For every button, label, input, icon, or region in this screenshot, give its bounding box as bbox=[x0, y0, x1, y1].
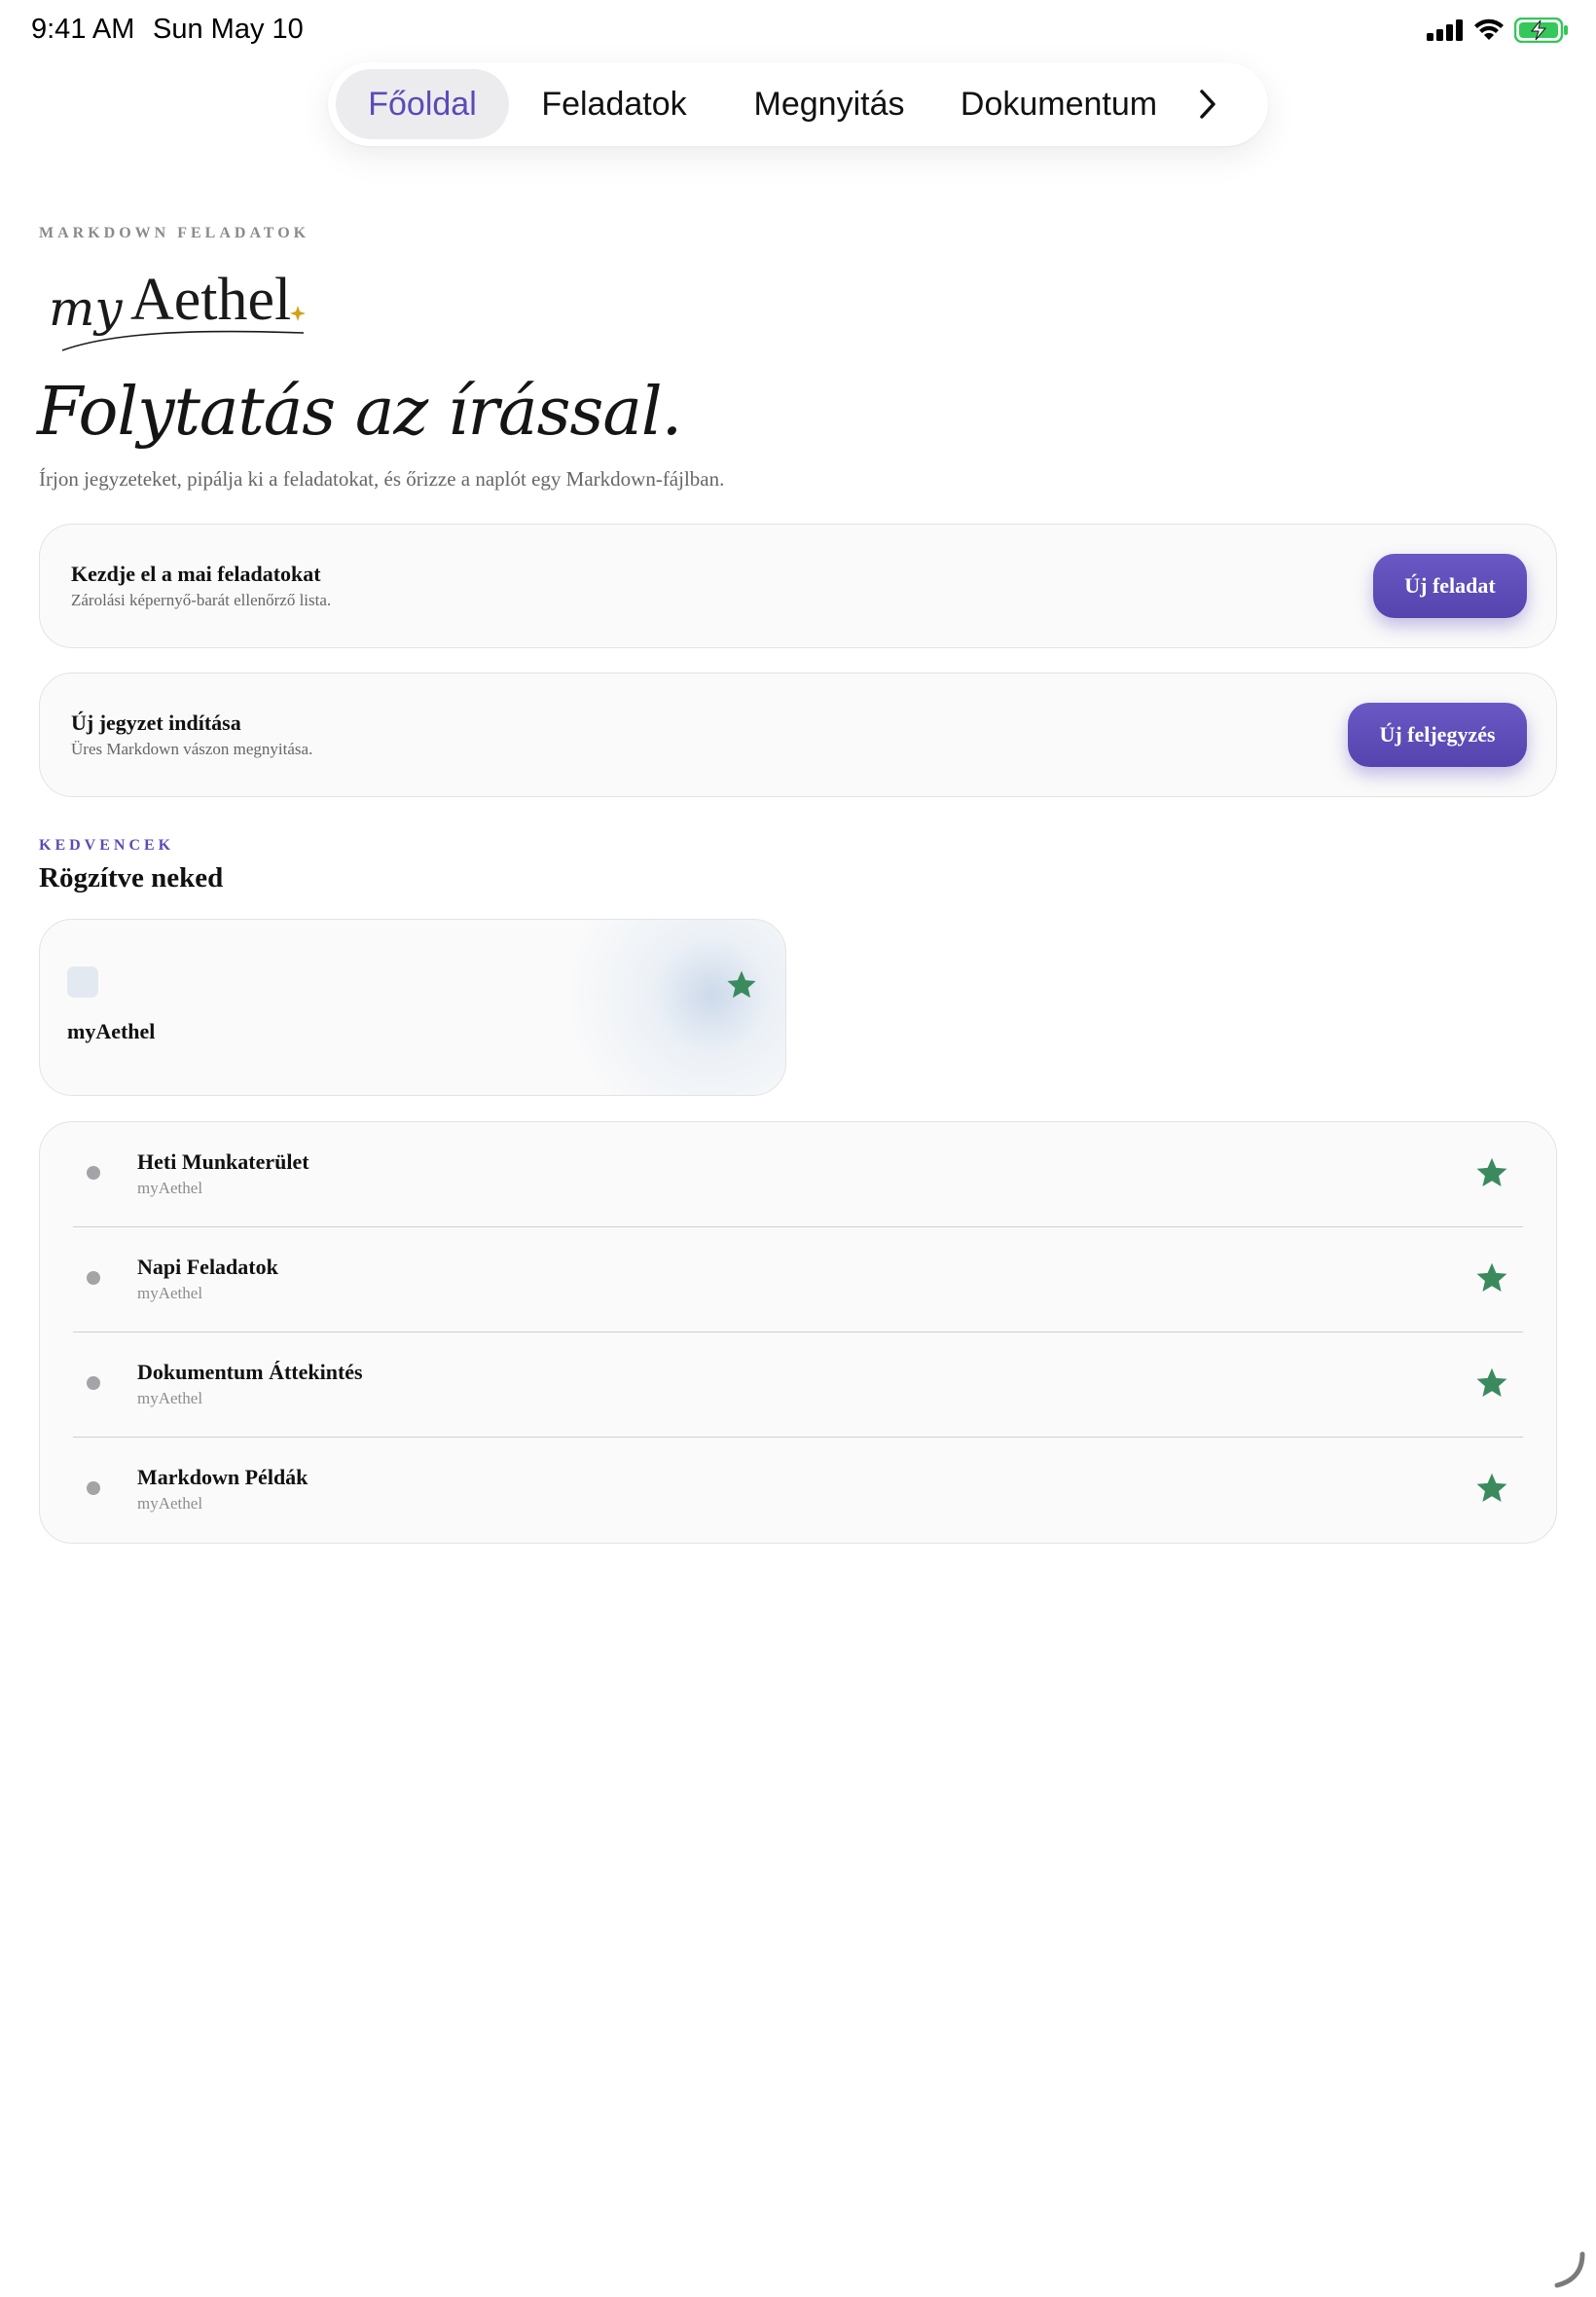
list-item[interactable]: Markdown Példák myAethel bbox=[73, 1438, 1523, 1543]
list-item-subtitle: myAethel bbox=[137, 1284, 203, 1302]
bullet-dot-icon bbox=[87, 1166, 100, 1180]
list-item-subtitle: myAethel bbox=[137, 1494, 203, 1513]
app-logo: my Aethel bbox=[49, 267, 306, 351]
card-subtitle: Üres Markdown vászon megnyitása. bbox=[71, 740, 313, 758]
list-item-title: Dokumentum Áttekintés bbox=[137, 1360, 363, 1384]
card-title: Új jegyzet indítása bbox=[71, 711, 241, 735]
more-tabs-button[interactable] bbox=[1179, 69, 1237, 139]
status-date: Sun May 10 bbox=[153, 14, 304, 45]
card-subtitle: Zárolási képernyő-barát ellenőrző lista. bbox=[71, 591, 332, 609]
list-item[interactable]: Heti Munkaterület myAethel bbox=[73, 1122, 1523, 1227]
star-icon[interactable] bbox=[725, 968, 758, 1002]
favorites-title: Rögzítve neked bbox=[39, 862, 224, 893]
list-item-title: Markdown Példák bbox=[137, 1465, 308, 1489]
bullet-dot-icon bbox=[87, 1481, 100, 1495]
bullet-dot-icon bbox=[87, 1376, 100, 1390]
tab-document[interactable]: Dokumentum bbox=[939, 69, 1179, 139]
star-icon[interactable] bbox=[1474, 1260, 1509, 1295]
star-icon[interactable] bbox=[1474, 1471, 1509, 1506]
tab-home[interactable]: Főoldal bbox=[336, 69, 509, 139]
favorite-card-label: myAethel bbox=[67, 1019, 156, 1043]
status-icons bbox=[1427, 18, 1569, 43]
new-note-button[interactable]: Új feljegyzés bbox=[1348, 703, 1527, 767]
list-item-subtitle: myAethel bbox=[137, 1389, 203, 1407]
list-item-subtitle: myAethel bbox=[137, 1179, 203, 1197]
start-tasks-card: Kezdje el a mai feladatokat Zárolási kép… bbox=[39, 524, 1557, 648]
cellular-signal-icon bbox=[1427, 19, 1463, 41]
status-bar: 9:41 AM Sun May 10 bbox=[0, 0, 1596, 60]
resize-handle-icon[interactable] bbox=[1553, 2250, 1586, 2289]
favorites-eyebrow: KEDVENCEK bbox=[39, 837, 175, 854]
top-tab-bar: Főoldal Feladatok Megnyitás Dokumentum bbox=[328, 62, 1268, 146]
list-item[interactable]: Napi Feladatok myAethel bbox=[73, 1227, 1523, 1332]
new-note-card: Új jegyzet indítása Üres Markdown vászon… bbox=[39, 673, 1557, 797]
tab-tasks[interactable]: Feladatok bbox=[509, 69, 719, 139]
star-icon[interactable] bbox=[1474, 1155, 1509, 1190]
card-title: Kezdje el a mai feladatokat bbox=[71, 562, 321, 586]
list-item[interactable]: Dokumentum Áttekintés myAethel bbox=[73, 1332, 1523, 1438]
favorites-list: Heti Munkaterület myAethel Napi Feladato… bbox=[39, 1121, 1557, 1544]
chevron-right-icon bbox=[1200, 90, 1215, 119]
list-item-title: Napi Feladatok bbox=[137, 1255, 278, 1279]
bullet-dot-icon bbox=[87, 1271, 100, 1285]
svg-text:Aethel: Aethel bbox=[130, 267, 291, 333]
battery-charging-icon bbox=[1514, 18, 1568, 43]
star-icon[interactable] bbox=[1474, 1366, 1509, 1401]
pinned-favorite-card[interactable]: myAethel bbox=[39, 919, 786, 1096]
tab-open[interactable]: Megnyitás bbox=[719, 69, 939, 139]
status-time: 9:41 AM bbox=[31, 14, 135, 45]
wifi-icon bbox=[1474, 18, 1504, 40]
new-task-button[interactable]: Új feladat bbox=[1373, 554, 1527, 618]
svg-text:my: my bbox=[49, 280, 123, 337]
page-title: Folytatás az írással. bbox=[37, 374, 682, 451]
document-icon bbox=[67, 966, 98, 998]
section-eyebrow: MARKDOWN FELADATOK bbox=[39, 225, 310, 241]
page-subtitle: Írjon jegyzeteket, pipálja ki a feladato… bbox=[39, 467, 725, 491]
list-item-title: Heti Munkaterület bbox=[137, 1149, 309, 1174]
